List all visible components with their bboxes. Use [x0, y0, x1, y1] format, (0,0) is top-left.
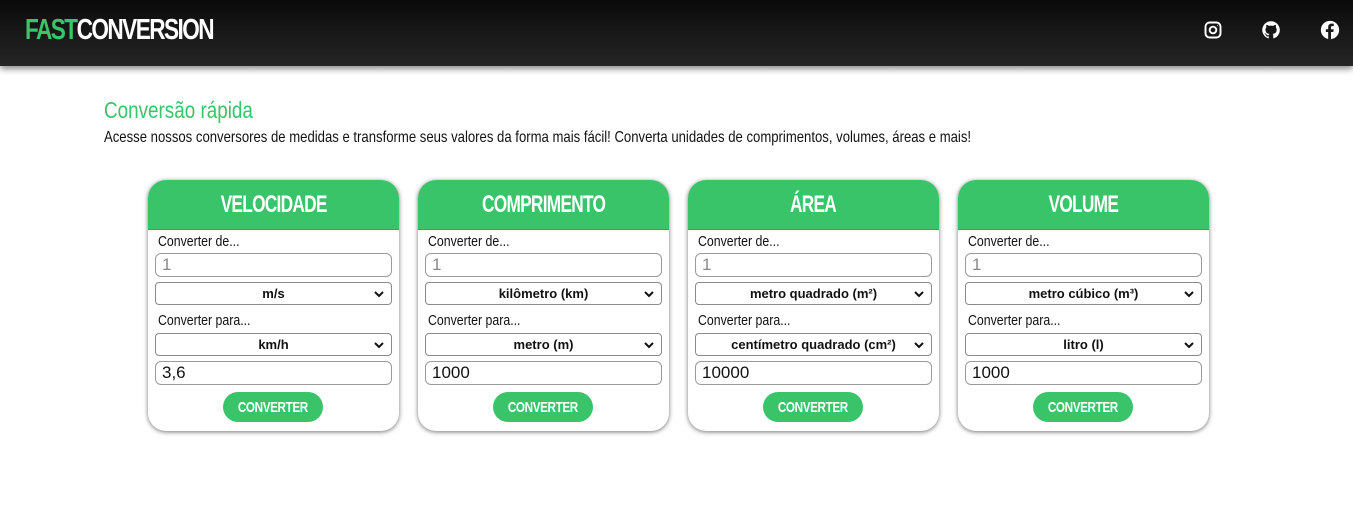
github-icon[interactable]	[1261, 20, 1281, 40]
from-unit-select[interactable]: kilômetro (km)	[425, 282, 662, 305]
value-input[interactable]	[695, 253, 932, 277]
chevron-down-icon	[644, 291, 654, 298]
value-input[interactable]	[155, 253, 392, 277]
card-title: VELOCIDADE	[220, 190, 327, 218]
card-title: COMPRIMENTO	[481, 190, 606, 218]
to-label: Converter para...	[158, 313, 251, 329]
result-field[interactable]	[425, 361, 662, 385]
intro-section: Conversão rápida Acesse nossos conversor…	[104, 96, 1254, 149]
chevron-down-icon	[374, 291, 384, 298]
card-title: ÁREA	[790, 190, 837, 218]
chevron-down-icon	[914, 291, 924, 298]
top-navbar: FASTCONVERSION	[0, 0, 1353, 66]
convert-button[interactable]: CONVERTER	[763, 392, 863, 422]
facebook-icon[interactable]	[1320, 20, 1340, 40]
from-unit-value: metro cúbico (m³)	[1028, 286, 1139, 301]
logo-conversion-text: CONVERSION	[76, 14, 215, 46]
to-unit-value: km/h	[258, 337, 289, 352]
from-unit-value: m/s	[262, 286, 285, 301]
from-label: Converter de...	[698, 234, 780, 250]
from-label: Converter de...	[158, 234, 240, 250]
card-header: VELOCIDADE	[148, 180, 399, 230]
chevron-down-icon	[914, 342, 924, 349]
chevron-down-icon	[1184, 342, 1194, 349]
card-title: VOLUME	[1048, 190, 1119, 218]
convert-button-label: CONVERTER	[1048, 398, 1118, 416]
convert-button[interactable]: CONVERTER	[223, 392, 323, 422]
logo-fast-text: FAST	[25, 14, 78, 46]
converter-card-velocidade: VELOCIDADE Converter de... m/s Converter…	[148, 180, 399, 431]
from-unit-value: metro quadrado (m²)	[749, 286, 878, 301]
card-header: COMPRIMENTO	[418, 180, 669, 230]
convert-button-label: CONVERTER	[508, 398, 578, 416]
chevron-down-icon	[1184, 291, 1194, 298]
from-unit-select[interactable]: metro quadrado (m²)	[695, 282, 932, 305]
convert-button-label: CONVERTER	[238, 398, 308, 416]
to-unit-value: metro (m)	[513, 337, 574, 352]
converter-card-volume: VOLUME Converter de... metro cúbico (m³)…	[958, 180, 1209, 431]
to-label: Converter para...	[968, 313, 1061, 329]
to-unit-select[interactable]: metro (m)	[425, 333, 662, 356]
result-field[interactable]	[155, 361, 392, 385]
converter-card-comprimento: COMPRIMENTO Converter de... kilômetro (k…	[418, 180, 669, 431]
page-description: Acesse nossos conversores de medidas e t…	[104, 129, 972, 146]
from-unit-value: kilômetro (km)	[498, 286, 589, 301]
page-title: Conversão rápida	[104, 97, 253, 123]
card-header: VOLUME	[958, 180, 1209, 230]
chevron-down-icon	[644, 342, 654, 349]
to-unit-value: centímetro quadrado (cm²)	[731, 337, 896, 352]
to-unit-value: litro (l)	[1063, 337, 1104, 352]
converter-card-area: ÁREA Converter de... metro quadrado (m²)…	[688, 180, 939, 431]
to-unit-select[interactable]: litro (l)	[965, 333, 1202, 356]
card-header: ÁREA	[688, 180, 939, 230]
instagram-icon[interactable]	[1203, 20, 1223, 40]
convert-button[interactable]: CONVERTER	[1033, 392, 1133, 422]
from-label: Converter de...	[968, 234, 1050, 250]
to-label: Converter para...	[698, 313, 791, 329]
to-label: Converter para...	[428, 313, 521, 329]
result-field[interactable]	[965, 361, 1202, 385]
value-input[interactable]	[965, 253, 1202, 277]
site-logo[interactable]: FASTCONVERSION	[25, 12, 215, 48]
to-unit-select[interactable]: km/h	[155, 333, 392, 356]
result-field[interactable]	[695, 361, 932, 385]
value-input[interactable]	[425, 253, 662, 277]
from-unit-select[interactable]: m/s	[155, 282, 392, 305]
from-label: Converter de...	[428, 234, 510, 250]
from-unit-select[interactable]: metro cúbico (m³)	[965, 282, 1202, 305]
chevron-down-icon	[374, 342, 384, 349]
convert-button[interactable]: CONVERTER	[493, 392, 593, 422]
convert-button-label: CONVERTER	[778, 398, 848, 416]
to-unit-select[interactable]: centímetro quadrado (cm²)	[695, 333, 932, 356]
